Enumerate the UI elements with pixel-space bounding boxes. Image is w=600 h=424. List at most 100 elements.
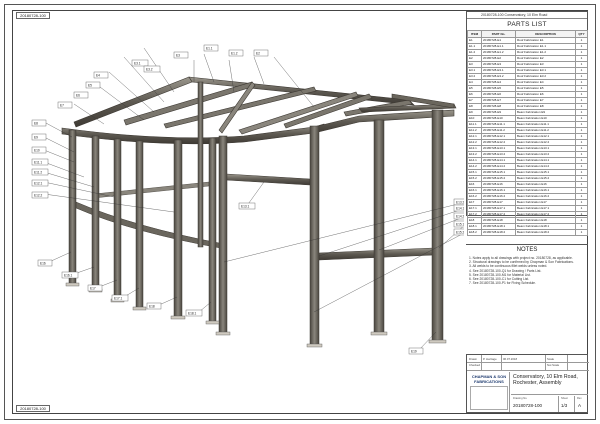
- callout-e4: E4: [93, 71, 109, 79]
- col-part-no: PART No.: [481, 30, 516, 38]
- company-stamp-box: [470, 386, 508, 410]
- svg-text:E3.2: E3.2: [146, 68, 153, 72]
- callout-e1-1: E1.1: [203, 44, 219, 52]
- svg-text:E6: E6: [76, 94, 80, 98]
- svg-text:E18: E18: [149, 305, 155, 309]
- svg-text:E10: E10: [34, 149, 40, 153]
- item-cell: E18.2: [467, 229, 482, 236]
- callout-e13-1: E13.1: [238, 202, 256, 210]
- drawing-sheet: 20180728-100 20180728-100 E1.1 E1.2 E2 E…: [0, 0, 600, 424]
- callout-e19: E19: [408, 347, 424, 355]
- callout-e18: E18: [146, 302, 162, 310]
- svg-text:E1.2: E1.2: [231, 52, 238, 56]
- svg-text:E11.1: E11.1: [34, 161, 42, 165]
- callout-e14-1: E14.1: [453, 204, 464, 212]
- svg-text:E12.2: E12.2: [34, 194, 43, 198]
- callout-e1-2: E1.2: [228, 49, 244, 57]
- notes-section: NOTES 1. Notes apply to all drawings wit…: [466, 244, 588, 354]
- parts-table-header: ITEM PART No. DESCRIPTION QTY: [467, 30, 588, 38]
- callout-e18-1: E18.1: [185, 309, 203, 317]
- conservatory-frame-3d: E1.1 E1.2 E2 E3 E3.1 E3.2 E4 E5 E6 E7 E8…: [31, 44, 464, 355]
- callout-e14-2: E14.2: [453, 212, 464, 220]
- rev-value: A: [578, 403, 582, 408]
- svg-text:E13.1: E13.1: [241, 205, 250, 209]
- base-plates: [65, 282, 447, 348]
- notes-title: NOTES: [516, 247, 538, 253]
- svg-text:E15.2: E15.2: [456, 231, 464, 235]
- svg-text:E3.1: E3.1: [134, 62, 141, 66]
- callout-e3-2: E3.2: [143, 65, 161, 73]
- title-block-footer: Drawing No. 20180728-100 Sheet 1/3 Rev A: [511, 396, 588, 412]
- callout-e11-2: E11.2: [31, 168, 49, 176]
- company-logo: CHAPMAN & SON FABRICATIONS: [468, 372, 510, 412]
- callout-e13-2: E13.2: [453, 198, 464, 206]
- company-name: CHAPMAN & SON FABRICATIONS: [471, 374, 507, 384]
- scale-value: Not Scale: [547, 363, 560, 367]
- leader-lines: [43, 47, 464, 351]
- qty-cell: 1: [575, 229, 588, 236]
- callout-e6: E6: [73, 91, 89, 99]
- parts-list-title: PARTS LIST: [507, 21, 547, 28]
- svg-text:E16: E16: [40, 262, 46, 266]
- notes-list: 1. Notes apply to all drawings with proj…: [469, 256, 587, 285]
- callout-e17: E17: [87, 284, 103, 292]
- callout-e12-2: E12.2: [31, 191, 49, 199]
- col-qty: QTY: [575, 30, 588, 38]
- callout-e10: E10: [31, 146, 47, 154]
- sheet-label: Sheet: [561, 397, 568, 400]
- description-cell: Beam Fabrication E18.2: [515, 229, 576, 236]
- callout-e17-1: E17.1: [111, 294, 129, 302]
- svg-text:E3: E3: [176, 54, 180, 58]
- svg-text:E9: E9: [34, 136, 38, 140]
- callout-e7: E7: [57, 101, 73, 109]
- svg-text:E13.2: E13.2: [456, 201, 464, 205]
- svg-text:E5: E5: [88, 84, 92, 88]
- note-item: 7. See 20180728-100-P1 for Fixing Schedu…: [469, 281, 536, 286]
- callout-e15-1: E15.1: [453, 220, 464, 228]
- svg-text:E16.1: E16.1: [64, 274, 73, 278]
- svg-text:E18.1: E18.1: [188, 312, 197, 316]
- drawing-number-label: Drawing No.: [513, 397, 528, 400]
- svg-text:E7: E7: [60, 104, 64, 108]
- callout-e8: E8: [31, 119, 47, 127]
- svg-text:E14.1: E14.1: [456, 207, 464, 211]
- callout-e3-1: E3.1: [131, 59, 149, 67]
- parts-row: E18.2 20180728-E18.2 Beam Fabrication E18.…: [467, 229, 588, 236]
- callout-e3: E3: [173, 51, 189, 59]
- part-no-cell: 20180728-E18.2: [481, 229, 516, 236]
- col-item: ITEM: [467, 30, 482, 38]
- svg-text:E1.1: E1.1: [206, 47, 213, 51]
- svg-text:E4: E4: [96, 74, 100, 78]
- rear-rail: [93, 181, 210, 199]
- callout-e5: E5: [85, 81, 101, 89]
- drawn-label: Drawn: [469, 357, 478, 361]
- drawn-by: P. Heritage: [483, 357, 497, 361]
- callout-e11-1: E11.1: [31, 158, 49, 166]
- drawing-number: 20180728-100: [513, 403, 543, 408]
- svg-text:E8: E8: [34, 122, 38, 126]
- checked-label: Checked: [469, 363, 481, 367]
- sheet-number: 1/3: [561, 403, 568, 408]
- svg-text:E12.1: E12.1: [34, 182, 43, 186]
- parts-list-header-strip: 20180728-100 Conservatory, 10 Elm Road: [467, 12, 587, 19]
- callout-e2: E2: [253, 49, 269, 57]
- title-block: Drawn P. Heritage 06.07.2018 Checked Sca…: [466, 354, 589, 413]
- rev-label: Rev: [577, 397, 582, 400]
- callout-e9: E9: [31, 133, 47, 141]
- col-description: DESCRIPTION: [515, 30, 576, 38]
- callout-e16: E16: [37, 259, 53, 267]
- callout-e16-1: E16.1: [61, 271, 79, 279]
- svg-text:E2: E2: [256, 52, 260, 56]
- svg-text:E11.2: E11.2: [34, 171, 42, 175]
- callout-e12-1: E12.1: [31, 179, 49, 187]
- roof-frame: [73, 76, 457, 135]
- scale-label: Scale: [547, 357, 554, 361]
- front-eaves-beam: [61, 123, 325, 145]
- parts-table-body: E1 20180728-E1 Roof Fabrication E1 1 E1.1 201…: [467, 37, 588, 236]
- svg-text:E14.2: E14.2: [456, 215, 464, 219]
- svg-text:E15.1: E15.1: [456, 223, 464, 227]
- revision-table: Drawn P. Heritage 06.07.2018 Checked Sca…: [467, 355, 589, 371]
- parts-table: ITEM PART No. DESCRIPTION QTY E1 20180728…: [467, 30, 588, 236]
- svg-text:E19: E19: [411, 350, 417, 354]
- side-rail: [225, 173, 311, 186]
